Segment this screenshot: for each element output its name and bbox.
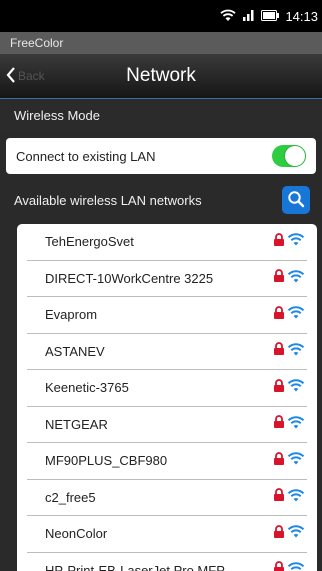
network-name: TehEnergoSvet <box>45 234 134 250</box>
lock-icon <box>273 488 285 506</box>
wireless-mode-header: Wireless Mode <box>0 99 322 133</box>
wifi-icon <box>287 524 305 543</box>
network-icons <box>273 488 307 507</box>
wifi-status-icon <box>219 8 237 25</box>
network-icons <box>273 378 307 397</box>
lock-icon <box>273 524 285 543</box>
network-list: TehEnergoSvet DIRECT-10WorkCentre 3225 Eva… <box>17 224 317 571</box>
lock-icon <box>273 451 285 470</box>
network-icons <box>273 305 307 324</box>
network-name: MF90PLUS_CBF980 <box>45 453 168 469</box>
nav-bar: Back Network <box>0 54 322 99</box>
network-name: c2_free5 <box>45 489 96 505</box>
network-name: Keenetic-3765 <box>45 380 129 396</box>
search-button[interactable] <box>282 186 310 214</box>
network-row[interactable]: Keenetic-3765 <box>27 370 307 407</box>
network-icons <box>273 451 307 470</box>
page-title: Network <box>126 65 196 86</box>
wifi-icon <box>287 232 305 251</box>
available-networks-header: Available wireless LAN networks <box>0 183 322 217</box>
lock-icon <box>273 305 285 324</box>
network-row[interactable]: NeonColor <box>27 516 307 553</box>
connect-existing-lan-toggle[interactable] <box>272 145 306 167</box>
wifi-icon <box>287 269 305 288</box>
status-time: 14:13 <box>285 9 318 24</box>
network-icons <box>273 524 307 543</box>
wifi-icon <box>287 378 305 397</box>
wifi-icon <box>287 415 305 434</box>
network-row[interactable]: MF90PLUS_CBF980 <box>27 443 307 480</box>
network-icons <box>273 342 307 361</box>
wifi-icon <box>287 342 305 361</box>
lock-icon <box>273 415 285 433</box>
network-row[interactable]: ASTANEV <box>27 334 307 370</box>
network-name: DIRECT-10WorkCentre 3225 <box>45 270 214 286</box>
network-row[interactable]: HP-Print-EB-LaserJet Pro MFP <box>27 553 307 571</box>
available-networks-label: Available wireless LAN networks <box>14 192 202 208</box>
network-name: NETGEAR <box>45 416 108 432</box>
lock-icon <box>273 269 285 287</box>
status-bar: 14:13 <box>0 0 322 32</box>
wifi-icon <box>287 561 305 571</box>
network-icons <box>273 561 307 571</box>
signal-icon <box>243 9 255 24</box>
network-row[interactable]: c2_free5 <box>27 480 307 516</box>
lock-icon <box>273 561 285 571</box>
network-name: NeonColor <box>45 526 108 542</box>
wireless-mode-label: Wireless Mode <box>14 108 100 123</box>
network-name: ASTANEV <box>45 343 105 359</box>
wifi-icon <box>287 488 305 507</box>
network-row[interactable]: Evaprom <box>27 297 307 334</box>
connect-existing-lan-label: Connect to existing LAN <box>16 148 156 164</box>
network-row[interactable]: DIRECT-10WorkCentre 3225 <box>27 261 307 297</box>
search-icon <box>287 190 305 211</box>
wifi-icon <box>287 451 305 470</box>
network-name: Evaprom <box>45 307 98 323</box>
lock-icon <box>273 378 285 397</box>
network-icons <box>273 232 307 251</box>
wifi-icon <box>287 305 305 324</box>
lock-icon <box>273 232 285 251</box>
app-title-bar: FreeColor <box>0 32 322 54</box>
network-row[interactable]: TehEnergoSvet <box>27 224 307 261</box>
battery-icon <box>261 9 280 24</box>
network-name: HP-Print-EB-LaserJet Pro MFP <box>45 562 225 571</box>
lock-icon <box>273 342 285 360</box>
network-row[interactable]: NETGEAR <box>27 407 307 443</box>
network-icons <box>273 269 307 288</box>
toggle-knob <box>285 146 305 166</box>
connect-existing-lan-row: Connect to existing LAN <box>6 138 316 174</box>
app-title: FreeColor <box>10 36 64 50</box>
network-icons <box>273 415 307 434</box>
